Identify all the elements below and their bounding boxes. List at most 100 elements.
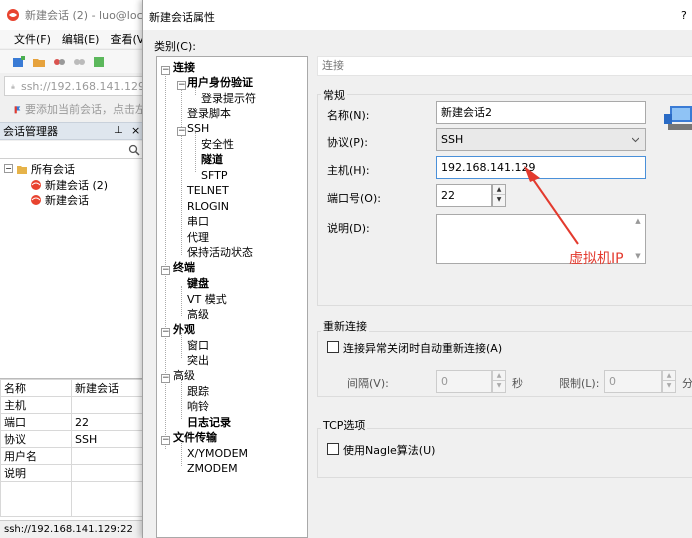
scroll-up-icon[interactable]: ▲ bbox=[633, 217, 643, 227]
section-header: 连接 bbox=[317, 56, 692, 76]
chevron-down-icon bbox=[632, 137, 639, 143]
description-label: 说明(D): bbox=[327, 222, 370, 235]
expand-toggle-appearance[interactable]: − bbox=[161, 328, 170, 337]
tree-item-label: 新建会话 (2) bbox=[45, 178, 109, 192]
address-bar[interactable]: ssh://192.168.141.129 bbox=[4, 76, 146, 96]
category-keepalive[interactable]: 保持活动状态 bbox=[187, 245, 253, 260]
nagle-checkbox[interactable] bbox=[327, 443, 339, 455]
category-appearance[interactable]: 外观 bbox=[173, 322, 195, 337]
spin-down-icon[interactable]: ▼ bbox=[493, 381, 505, 391]
category-proxy[interactable]: 代理 bbox=[187, 230, 209, 245]
session-search-box[interactable] bbox=[0, 141, 146, 159]
category-login-script[interactable]: 登录脚本 bbox=[187, 106, 231, 121]
tree-root-all-sessions[interactable]: − 所有会话 bbox=[4, 161, 75, 176]
category-serial[interactable]: 串口 bbox=[187, 214, 209, 229]
table-row: 说明 bbox=[0, 464, 146, 482]
category-login-prompt[interactable]: 登录提示符 bbox=[201, 91, 256, 106]
category-label: 类别(C): bbox=[154, 40, 196, 53]
category-rlogin[interactable]: RLOGIN bbox=[187, 199, 229, 214]
open-folder-icon[interactable] bbox=[32, 55, 46, 69]
category-bell[interactable]: 响铃 bbox=[187, 399, 209, 414]
prop-value-empty bbox=[71, 481, 146, 517]
connect-icon[interactable] bbox=[52, 55, 66, 69]
session-icon bbox=[31, 179, 41, 190]
table-row: 名称 新建会话 bbox=[0, 379, 146, 397]
add-session-hint[interactable]: 要添加当前会话，点击左 bbox=[14, 100, 146, 118]
name-label: 名称(N): bbox=[327, 109, 370, 122]
status-bar: ssh://192.168.141.129:22 bbox=[0, 520, 146, 538]
seconds-unit: 秒 bbox=[512, 377, 523, 390]
expand-toggle-file-transfer[interactable]: − bbox=[161, 436, 170, 445]
disconnect-icon[interactable] bbox=[72, 55, 86, 69]
session-manager-header: 会话管理器 ⊥ × bbox=[0, 122, 146, 140]
menu-edit[interactable]: 编辑(E) bbox=[62, 31, 100, 47]
expand-toggle-connection[interactable]: − bbox=[161, 66, 170, 75]
category-window[interactable]: 窗口 bbox=[187, 338, 209, 353]
category-terminal-advanced[interactable]: 高级 bbox=[187, 307, 209, 322]
prop-key-empty bbox=[0, 481, 72, 517]
reconnect-checkbox-label[interactable]: 连接异常关闭时自动重新连接(A) bbox=[343, 340, 502, 356]
category-terminal[interactable]: 终端 bbox=[173, 260, 195, 275]
bookmark-flag-icon bbox=[14, 105, 21, 113]
category-tunnel[interactable]: 隧道 bbox=[201, 152, 223, 167]
app-menubar: 文件(F) 编辑(E) 查看(V) bbox=[0, 30, 146, 48]
nagle-checkbox-label[interactable]: 使用Nagle算法(U) bbox=[343, 442, 435, 458]
category-user-auth[interactable]: 用户身份验证 bbox=[187, 75, 253, 90]
minutes-unit: 分 bbox=[682, 377, 692, 390]
port-input[interactable]: 22 bbox=[436, 184, 492, 207]
limit-input[interactable]: 0 bbox=[604, 370, 662, 393]
expand-toggle-ssh[interactable]: − bbox=[177, 127, 186, 136]
protocol-value: SSH bbox=[441, 133, 464, 146]
category-file-transfer[interactable]: 文件传输 bbox=[173, 430, 217, 445]
annotation-arrow-icon bbox=[524, 166, 579, 245]
category-zmodem[interactable]: ZMODEM bbox=[187, 461, 238, 476]
close-icon[interactable]: × bbox=[131, 124, 140, 137]
prop-value bbox=[71, 396, 146, 414]
category-sftp[interactable]: SFTP bbox=[201, 168, 227, 183]
interval-spinner[interactable]: ▲ ▼ bbox=[492, 370, 506, 393]
category-keyboard[interactable]: 键盘 bbox=[187, 276, 209, 291]
category-logging[interactable]: 日志记录 bbox=[187, 415, 231, 430]
menu-file[interactable]: 文件(F) bbox=[14, 31, 51, 47]
tree-item-session-2[interactable]: 新建会话 (2) bbox=[30, 177, 108, 192]
expand-toggle-terminal[interactable]: − bbox=[161, 266, 170, 275]
category-advanced[interactable]: 高级 bbox=[173, 368, 195, 383]
xshell-logo-icon bbox=[7, 9, 19, 21]
host-label: 主机(H): bbox=[327, 164, 370, 177]
pin-icon[interactable]: ⊥ bbox=[114, 125, 123, 136]
spin-down-icon[interactable]: ▼ bbox=[663, 381, 675, 391]
reconnect-checkbox[interactable] bbox=[327, 341, 339, 353]
category-security[interactable]: 安全性 bbox=[201, 137, 234, 152]
background-app-window: 新建会话 (2) - luo@loca 文件(F) 编辑(E) 查看(V) ss… bbox=[0, 0, 146, 538]
prop-key: 主机 bbox=[0, 396, 72, 414]
category-connection[interactable]: 连接 bbox=[173, 60, 195, 75]
interval-input[interactable]: 0 bbox=[436, 370, 492, 393]
scroll-down-icon[interactable]: ▼ bbox=[633, 252, 643, 262]
properties-icon[interactable] bbox=[92, 55, 106, 69]
tree-item-session[interactable]: 新建会话 bbox=[30, 192, 89, 207]
category-highlight[interactable]: 突出 bbox=[187, 353, 209, 368]
help-button[interactable]: ? bbox=[681, 9, 687, 22]
expand-toggle-advanced[interactable]: − bbox=[161, 374, 170, 383]
category-trace[interactable]: 跟踪 bbox=[187, 384, 209, 399]
tcp-group-title: TCP选项 bbox=[321, 417, 368, 433]
search-icon[interactable] bbox=[128, 144, 140, 156]
spin-up-icon[interactable]: ▲ bbox=[493, 371, 505, 381]
address-text: ssh://192.168.141.129 bbox=[20, 79, 145, 93]
category-vt-mode[interactable]: VT 模式 bbox=[187, 292, 227, 307]
session-icon bbox=[31, 194, 41, 205]
protocol-select[interactable]: SSH bbox=[436, 128, 646, 151]
menu-view[interactable]: 查看(V) bbox=[110, 31, 146, 47]
prop-key: 名称 bbox=[0, 379, 72, 397]
category-ssh[interactable]: SSH bbox=[187, 121, 209, 136]
spin-up-icon[interactable]: ▲ bbox=[663, 371, 675, 381]
protocol-label: 协议(P): bbox=[327, 136, 368, 149]
lock-icon bbox=[11, 84, 15, 89]
limit-spinner[interactable]: ▲ ▼ bbox=[662, 370, 676, 393]
collapse-toggle[interactable]: − bbox=[4, 164, 13, 173]
new-session-icon[interactable] bbox=[12, 55, 26, 69]
category-telnet[interactable]: TELNET bbox=[187, 183, 229, 198]
expand-toggle-auth[interactable]: − bbox=[177, 81, 186, 90]
name-input[interactable]: 新建会话2 bbox=[436, 101, 646, 124]
category-xymodem[interactable]: X/YMODEM bbox=[187, 446, 248, 461]
